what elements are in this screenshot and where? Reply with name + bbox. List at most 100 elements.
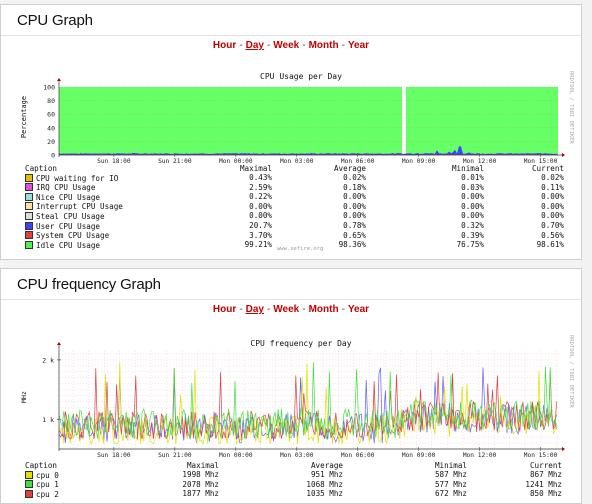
- legend-header: Caption Maximal Average Minimal Current: [25, 461, 562, 471]
- legend-caption: cpu 1: [25, 480, 165, 490]
- legend-current: 98.61%: [536, 240, 564, 250]
- period-month-link[interactable]: Month: [309, 40, 339, 51]
- y-tick-label: 20: [47, 138, 55, 146]
- period-week-link[interactable]: Week: [273, 304, 299, 315]
- legend-label: Idle CPU Usage: [36, 240, 101, 250]
- legend-current: 867 Mhz: [529, 470, 562, 480]
- legend-avg: 1035 Mhz: [306, 489, 343, 499]
- x-tick-label: Mon 00:00: [219, 452, 253, 459]
- legend-min: 672 Mhz: [434, 489, 467, 499]
- x-tick-label: Mon 09:00: [402, 158, 436, 165]
- title-divider: [1, 299, 581, 300]
- cpu-usage-chart: CPU Usage per Day Percentage 0 20 40 60 80 10…: [20, 72, 565, 165]
- period-hour-link[interactable]: Hour: [213, 304, 236, 315]
- legend-swatch: [25, 221, 33, 230]
- x-tick-label: Mon 12:00: [463, 452, 497, 459]
- legend-swatch: [25, 183, 33, 192]
- legend-caption: User CPU Usage: [25, 221, 195, 232]
- rrdtool-credit: RRDTOOL / TOBI OETIKER: [568, 335, 574, 408]
- frequency-legend: Caption Maximal Average Minimal Current …: [25, 461, 562, 500]
- legend-header-caption: Caption: [25, 461, 58, 470]
- x-tick-label: Mon 03:00: [280, 158, 314, 165]
- panel-title: CPU frequency Graph: [17, 276, 161, 293]
- legend-label: Steal CPU Usage: [36, 211, 105, 221]
- legend-swatch: [25, 231, 33, 240]
- legend-swatch: [25, 489, 33, 498]
- legend-current: 0.70%: [541, 221, 564, 231]
- legend-avg: 0.00%: [343, 192, 366, 202]
- period-year-link[interactable]: Year: [348, 40, 369, 51]
- legend-max: 0.22%: [249, 192, 272, 202]
- legend-max: 0.43%: [249, 173, 272, 183]
- legend-swatch: [25, 240, 33, 249]
- legend-current: 0.00%: [541, 192, 564, 202]
- x-tick-label: Sun 21:00: [158, 452, 192, 459]
- legend-swatch: [25, 173, 33, 182]
- x-tick-label: Mon 09:00: [402, 452, 436, 459]
- legend-avg: 0.02%: [343, 173, 366, 183]
- y-axis-label: MHz: [20, 391, 28, 403]
- legend-caption: cpu 2: [25, 489, 165, 500]
- legend-swatch: [25, 470, 33, 479]
- x-tick-label: Sun 18:00: [97, 452, 131, 459]
- period-day-link[interactable]: Day: [246, 40, 264, 51]
- period-selector: Hour - Day - Week - Month - Year: [212, 40, 370, 51]
- legend-caption: System CPU Usage: [25, 231, 195, 241]
- period-day-link[interactable]: Day: [246, 304, 264, 315]
- cpu-legend: Caption Maximal Average Minimal Current …: [25, 164, 564, 250]
- legend-max: 99.21%: [244, 240, 272, 250]
- x-tick-label: Mon 03:00: [280, 452, 314, 459]
- cpu-frequency-chart: CPU frequency per Day MHz 1 k 2 k Sun 18:0…: [20, 339, 565, 459]
- legend-max: 1877 Mhz: [182, 489, 219, 499]
- period-selector: Hour - Day - Week - Month - Year: [212, 304, 370, 315]
- chart-title: CPU Usage per Day: [260, 72, 342, 81]
- x-tick-label: Sun 21:00: [158, 158, 192, 165]
- legend-caption: CPU waiting for IO: [25, 173, 195, 184]
- legend-label: IRQ CPU Usage: [36, 183, 96, 193]
- legend-caption: Steal CPU Usage: [25, 211, 195, 222]
- legend-min: 76.75%: [456, 240, 484, 250]
- legend-row: User CPU Usage 20.7% 0.78% 0.32% 0.70%: [25, 221, 564, 232]
- y-tick-label: 60: [47, 111, 55, 119]
- legend-min: 0.32%: [461, 221, 484, 231]
- legend-caption: Interrupt CPU Usage: [25, 202, 195, 212]
- plot-area: 020406080100Sun 18:00 Sun 21:00 Mon 00:00 M…: [43, 78, 565, 165]
- data-gap: [402, 87, 406, 155]
- y-tick-label: 1 k: [42, 416, 54, 424]
- period-year-link[interactable]: Year: [348, 304, 369, 315]
- x-axis-arrow: [562, 153, 565, 157]
- period-hour-link[interactable]: Hour: [213, 40, 236, 51]
- legend-caption: IRQ CPU Usage: [25, 183, 195, 193]
- title-divider: [1, 35, 581, 36]
- y-tick-label: 100: [43, 84, 55, 92]
- legend-avg: 0.78%: [343, 221, 366, 231]
- cpu-graph-panel: CPU Graph Hour - Day - Week - Month - Year CPU U…: [0, 4, 582, 260]
- y-tick-label: 40: [47, 124, 55, 132]
- legend-max: 20.7%: [249, 221, 272, 231]
- legend-min: 587 Mhz: [434, 470, 467, 480]
- legend-header-caption: Caption: [25, 164, 58, 173]
- panel-title: CPU Graph: [17, 12, 93, 29]
- legend-label: System CPU Usage: [36, 231, 110, 241]
- footer-credit: www.sefire.org: [277, 246, 324, 252]
- legend-swatch: [25, 192, 33, 201]
- chart-title: CPU frequency per Day: [250, 339, 351, 348]
- legend-swatch: [25, 480, 33, 489]
- cpu-frequency-panel: CPU frequency Graph Hour - Day - Week - Month -…: [0, 268, 582, 504]
- legend-min: 0.01%: [461, 173, 484, 183]
- legend-swatch: [25, 211, 33, 220]
- legend-swatch: [25, 202, 33, 211]
- legend-label: cpu 1: [36, 480, 59, 490]
- legend-label: cpu 0: [36, 470, 59, 480]
- y-axis-arrow: [57, 78, 61, 81]
- legend-caption: cpu 0: [25, 470, 165, 481]
- period-week-link[interactable]: Week: [273, 40, 299, 51]
- y-axis-label: Percentage: [20, 96, 28, 138]
- legend-row: cpu 2 1877 Mhz 1035 Mhz 672 Mhz 850 Mhz: [25, 490, 562, 500]
- legend-label: User CPU Usage: [36, 221, 101, 231]
- y-tick-label: 80: [47, 97, 55, 105]
- x-tick-label: Mon 06:00: [341, 452, 375, 459]
- legend-label: Interrupt CPU Usage: [36, 202, 123, 212]
- rrdtool-credit: RRDTOOL / TOBI OETIKER: [568, 71, 574, 144]
- period-month-link[interactable]: Month: [309, 304, 339, 315]
